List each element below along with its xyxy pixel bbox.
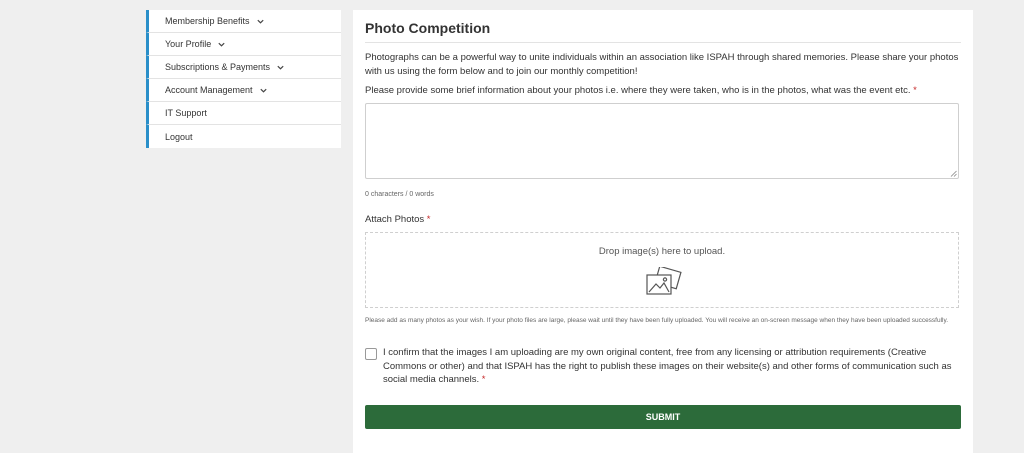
chevron-down-icon xyxy=(217,40,226,49)
description-label-text: Please provide some brief information ab… xyxy=(365,85,911,96)
resize-grip-icon[interactable] xyxy=(950,170,957,177)
photo-dropzone[interactable]: Drop image(s) here to upload. xyxy=(365,232,959,308)
divider xyxy=(365,42,961,43)
description-label: Please provide some brief information ab… xyxy=(365,85,917,96)
chevron-down-icon xyxy=(256,17,265,26)
intro-text: Photographs can be a powerful way to uni… xyxy=(365,52,959,77)
required-mark: * xyxy=(481,374,486,385)
attach-photos-label-text: Attach Photos xyxy=(365,214,425,225)
confirm-label: I confirm that the images I am uploading… xyxy=(383,346,963,387)
upload-help-text: Please add as many photos as your wish. … xyxy=(365,317,949,324)
required-mark: * xyxy=(426,214,431,225)
confirm-checkbox[interactable] xyxy=(365,348,377,360)
photo-competition-panel: Photo Competition Photographs can be a p… xyxy=(353,10,973,453)
sidebar-item-subscriptions-payments[interactable]: Subscriptions & Payments xyxy=(146,56,341,79)
sidebar-item-label: Your Profile xyxy=(165,39,212,49)
submit-button[interactable]: SUBMIT xyxy=(365,405,961,429)
dropzone-text: Drop image(s) here to upload. xyxy=(598,246,726,257)
account-sidebar: Membership Benefits Your Profile Subscri… xyxy=(146,10,341,148)
sidebar-item-label: Subscriptions & Payments xyxy=(165,62,271,72)
required-mark: * xyxy=(913,85,917,96)
sidebar-item-label: Account Management xyxy=(165,85,253,95)
attach-photos-label: Attach Photos * xyxy=(365,214,431,225)
sidebar-item-membership-benefits[interactable]: Membership Benefits xyxy=(146,10,341,33)
chevron-down-icon xyxy=(276,63,285,72)
character-counter: 0 characters / 0 words xyxy=(365,191,434,198)
sidebar-item-logout[interactable]: Logout xyxy=(146,125,341,148)
image-upload-icon xyxy=(646,267,682,295)
confirm-label-text: I confirm that the images I am uploading… xyxy=(383,347,952,385)
sidebar-item-label: Membership Benefits xyxy=(165,16,250,26)
sidebar-item-it-support[interactable]: IT Support xyxy=(146,102,341,125)
page-title: Photo Competition xyxy=(365,20,491,36)
sidebar-item-account-management[interactable]: Account Management xyxy=(146,79,341,102)
chevron-down-icon xyxy=(259,86,268,95)
description-textarea[interactable] xyxy=(365,103,959,179)
sidebar-item-label: IT Support xyxy=(165,108,207,118)
sidebar-item-label: Logout xyxy=(165,131,193,142)
sidebar-item-your-profile[interactable]: Your Profile xyxy=(146,33,341,56)
